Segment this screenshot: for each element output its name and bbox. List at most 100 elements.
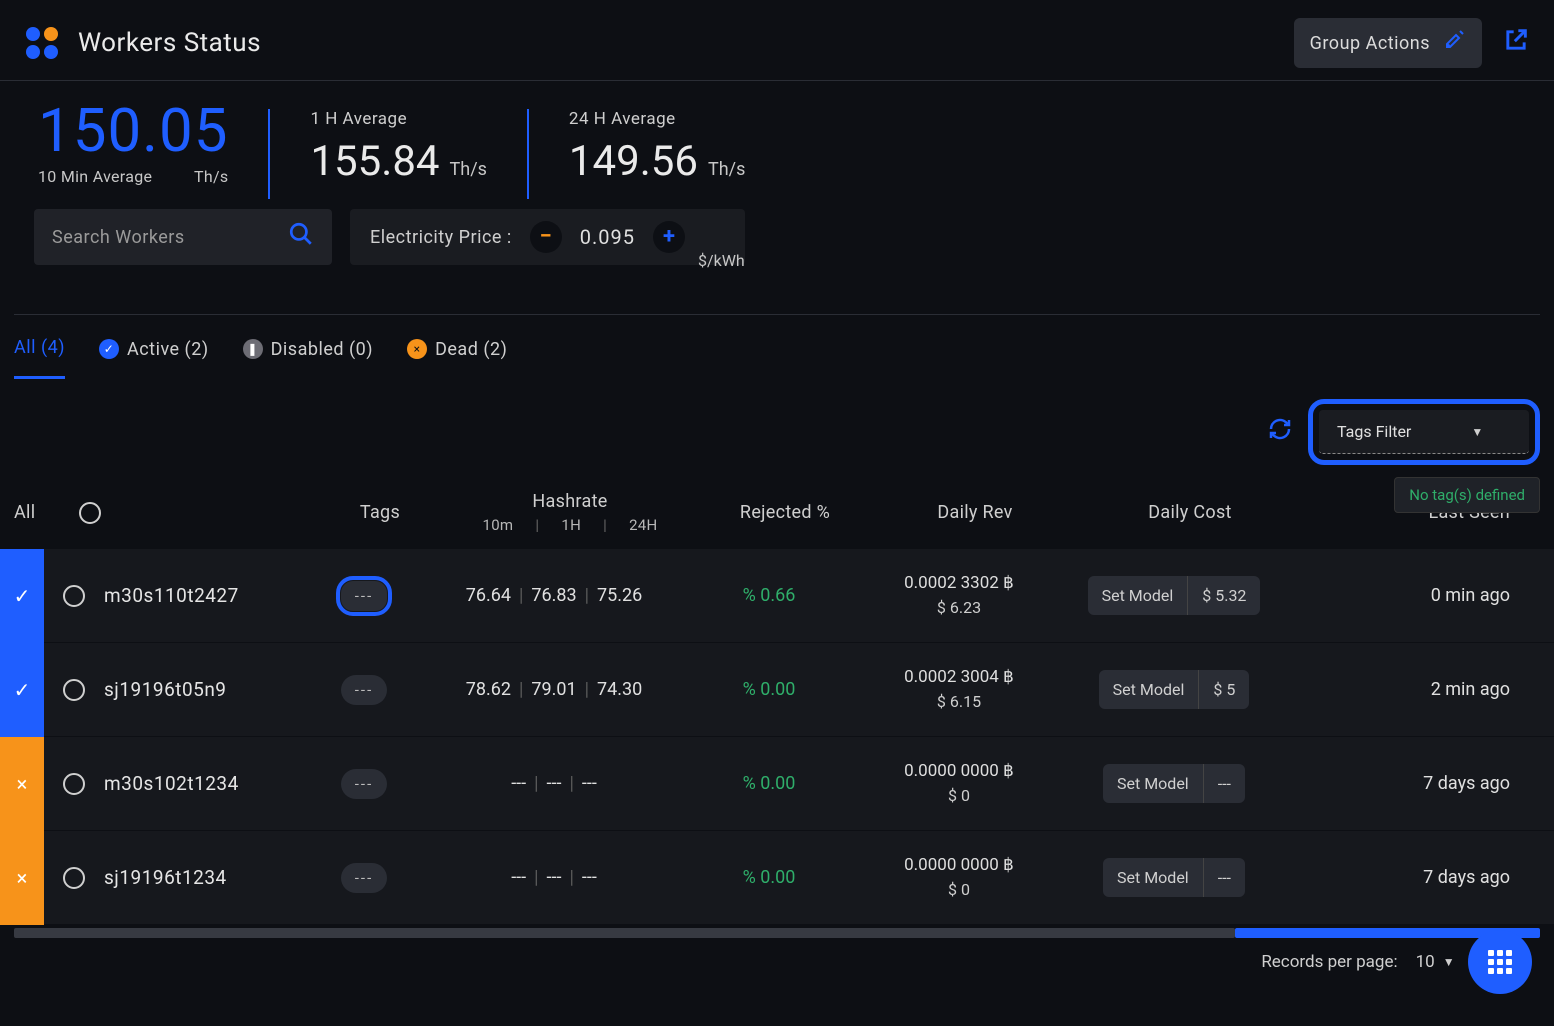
cost-value: --- <box>1204 858 1245 897</box>
electricity-plus-button[interactable]: + <box>653 221 685 253</box>
radio-icon <box>63 585 85 607</box>
radio-icon <box>63 679 85 701</box>
search-input[interactable]: Search Workers <box>34 209 332 265</box>
electricity-minus-button[interactable]: − <box>530 221 562 253</box>
stat-24h-unit: Th/s <box>708 159 745 180</box>
x-icon: × <box>17 866 28 890</box>
radio-icon <box>63 773 85 795</box>
col-hashrate[interactable]: Hashrate 10m| 1H| 24H <box>440 491 700 534</box>
col-select-all[interactable] <box>60 502 120 524</box>
tab-dead-label: Dead (2) <box>435 339 507 360</box>
chevron-down-icon: ▼ <box>1471 425 1483 439</box>
worker-last-seen: 7 days ago <box>1284 773 1540 794</box>
row-select[interactable] <box>44 867 104 889</box>
worker-daily-rev: 0.0002 3302 ฿$ 6.23 <box>854 571 1064 621</box>
worker-last-seen: 7 days ago <box>1284 867 1540 888</box>
horizontal-scrollbar[interactable] <box>14 928 1540 938</box>
tab-disabled-label: Disabled (0) <box>271 339 373 360</box>
status-indicator: ✓ <box>0 549 44 643</box>
tab-all-label: All (4) <box>14 337 65 358</box>
worker-rejected: % 0.00 <box>684 867 854 888</box>
row-select[interactable] <box>44 585 104 607</box>
table-row[interactable]: ✓ m30s110t2427 --- 76.64|76.83|75.26 % 0… <box>0 548 1554 642</box>
divider <box>268 109 270 199</box>
tab-active[interactable]: ✓ Active (2) <box>99 339 209 378</box>
electricity-price-control: Electricity Price : − 0.095 + <box>350 209 745 265</box>
col-rejected[interactable]: Rejected % <box>700 502 870 523</box>
refresh-button[interactable] <box>1268 417 1292 447</box>
check-icon: ✓ <box>99 339 119 359</box>
status-tabs: All (4) ✓ Active (2) ❚ Disabled (0) × De… <box>0 315 1554 379</box>
stat-10min-unit: Th/s <box>194 167 228 186</box>
worker-daily-cost: Set Model --- <box>1064 764 1284 803</box>
header: Workers Status Group Actions <box>0 0 1554 81</box>
wrench-icon <box>1442 28 1466 58</box>
group-actions-button[interactable]: Group Actions <box>1294 18 1482 68</box>
stat-10min: 150.05 10 Min Average Th/s <box>38 101 228 186</box>
worker-tags: --- <box>304 769 424 799</box>
col-tags[interactable]: Tags <box>320 502 440 523</box>
tags-button[interactable]: --- <box>341 863 387 893</box>
chevron-down-icon: ▼ <box>1443 955 1455 969</box>
tags-button[interactable]: --- <box>341 581 387 611</box>
pagination: Records per page: 10 ▼ 1-4 of 4 <box>0 938 1554 986</box>
page-title: Workers Status <box>78 28 261 58</box>
status-indicator: ✓ <box>0 643 44 737</box>
per-page-value: 10 <box>1416 952 1435 972</box>
col-h1: 1H <box>553 516 589 534</box>
pager-label: Records per page: <box>1261 952 1397 972</box>
worker-name: sj19196t1234 <box>104 866 304 889</box>
table-header: All Tags Hashrate 10m| 1H| 24H Rejected … <box>0 469 1554 548</box>
filter-row: Tags Filter ▼ No tag(s) defined <box>0 379 1554 469</box>
radio-icon <box>63 867 85 889</box>
set-model-button[interactable]: Set Model <box>1088 576 1188 615</box>
stat-1h-unit: Th/s <box>450 159 487 180</box>
table-row[interactable]: ✓ sj19196t05n9 --- 78.62|79.01|74.30 % 0… <box>0 642 1554 736</box>
worker-daily-cost: Set Model --- <box>1064 858 1284 897</box>
grid-icon <box>1488 950 1512 974</box>
table-row[interactable]: × m30s102t1234 --- ---|---|--- % 0.00 0.… <box>0 736 1554 830</box>
stat-1h-label: 1 H Average <box>310 109 486 129</box>
worker-daily-rev: 0.0002 3004 ฿$ 6.15 <box>854 665 1064 715</box>
tab-disabled[interactable]: ❚ Disabled (0) <box>243 339 373 378</box>
electricity-value[interactable]: 0.095 <box>580 225 635 249</box>
stat-1h-value: 155.84 <box>310 137 439 186</box>
worker-daily-cost: Set Model $ 5.32 <box>1064 576 1284 615</box>
set-model-button[interactable]: Set Model <box>1099 670 1199 709</box>
row-select[interactable] <box>44 679 104 701</box>
table-row[interactable]: × sj19196t1234 --- ---|---|--- % 0.00 0.… <box>0 830 1554 924</box>
worker-name: m30s102t1234 <box>104 772 304 795</box>
tab-active-label: Active (2) <box>127 339 209 360</box>
x-icon: × <box>17 772 28 796</box>
tags-filter-dropdown[interactable]: Tags Filter ▼ <box>1319 410 1529 454</box>
worker-tags: --- <box>304 675 424 705</box>
col-daily-rev[interactable]: Daily Rev <box>870 502 1080 523</box>
app-logo-icon <box>24 25 60 61</box>
row-select[interactable] <box>44 773 104 795</box>
tab-all[interactable]: All (4) <box>14 337 65 379</box>
apps-fab-button[interactable] <box>1468 930 1532 994</box>
controls-row: Search Workers Electricity Price : − 0.0… <box>0 209 1554 314</box>
check-icon: ✓ <box>14 678 31 702</box>
export-icon[interactable] <box>1502 26 1530 61</box>
no-tags-tooltip: No tag(s) defined <box>1394 477 1540 513</box>
tags-button[interactable]: --- <box>341 675 387 705</box>
stat-1h: 1 H Average 155.84 Th/s <box>310 109 486 186</box>
tags-button[interactable]: --- <box>341 769 387 799</box>
worker-daily-cost: Set Model $ 5 <box>1064 670 1284 709</box>
worker-hashrate: ---|---|--- <box>424 867 684 888</box>
cost-value: --- <box>1204 764 1245 803</box>
pause-icon: ❚ <box>243 339 263 359</box>
worker-daily-rev: 0.0000 0000 ฿$ 0 <box>854 759 1064 809</box>
tab-dead[interactable]: × Dead (2) <box>407 339 507 378</box>
check-icon: ✓ <box>14 584 31 608</box>
set-model-button[interactable]: Set Model <box>1103 858 1203 897</box>
col-all[interactable]: All <box>14 502 60 523</box>
col-daily-cost[interactable]: Daily Cost <box>1080 502 1300 523</box>
worker-rejected: % 0.00 <box>684 773 854 794</box>
per-page-select[interactable]: 10 ▼ <box>1416 952 1455 972</box>
set-model-button[interactable]: Set Model <box>1103 764 1203 803</box>
stat-10min-label: 10 Min Average <box>38 167 152 186</box>
x-icon: × <box>407 339 427 359</box>
worker-tags: --- <box>304 863 424 893</box>
